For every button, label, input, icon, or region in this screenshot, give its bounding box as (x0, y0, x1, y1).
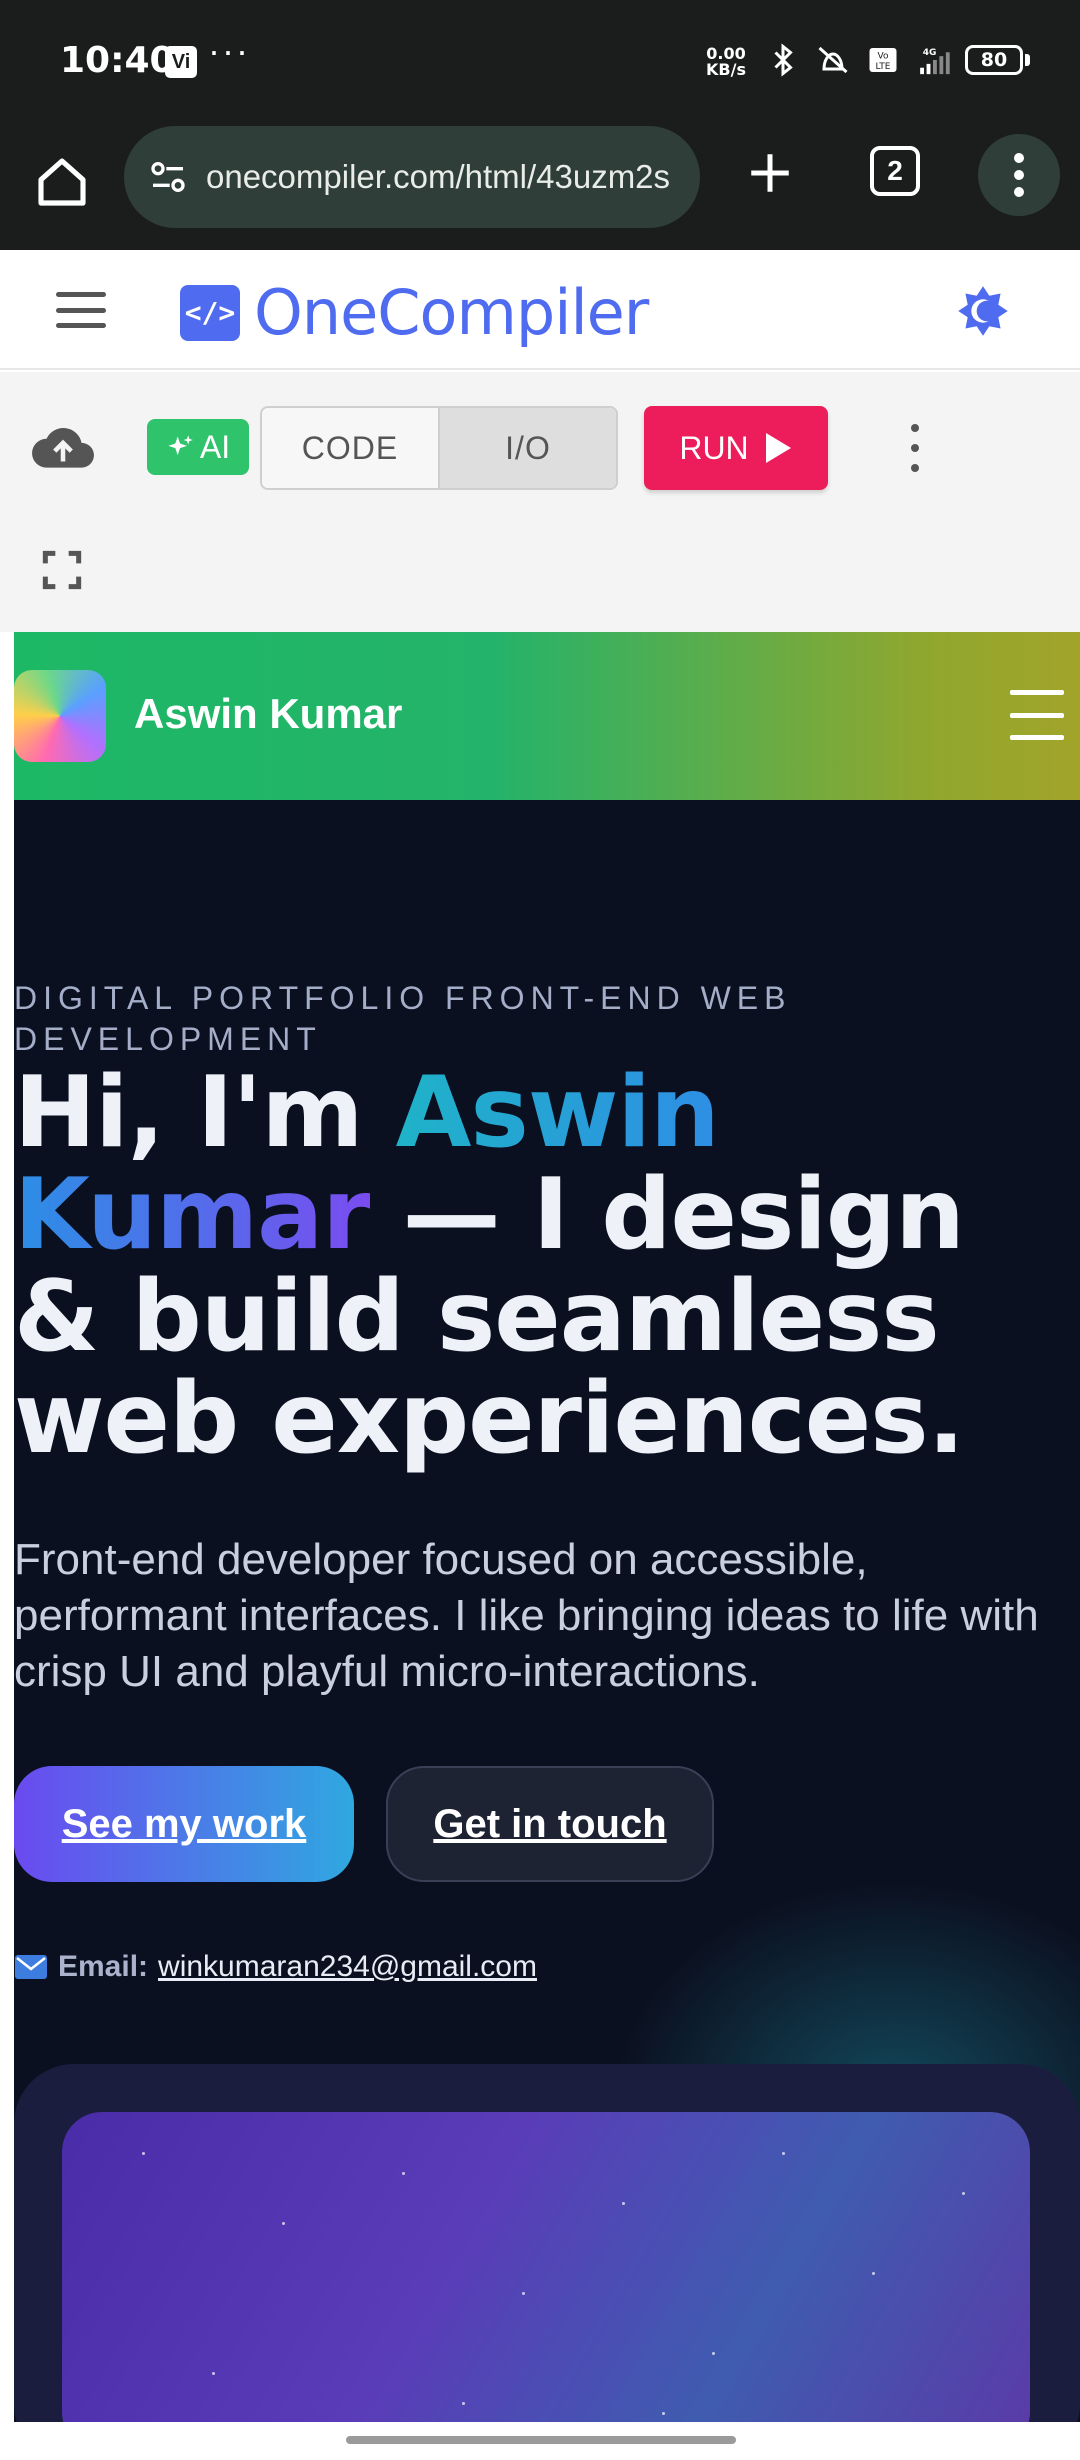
plus-icon (751, 154, 789, 192)
menu-icon[interactable] (1010, 690, 1064, 740)
carrier-badge: Vi (165, 46, 197, 78)
sparkle-icon (168, 435, 193, 456)
onecompiler-header: </> OneCompiler (0, 250, 1080, 370)
net-speed: 0.00 KB/s (706, 46, 746, 78)
email-link[interactable]: winkumaran234@gmail.com (158, 1950, 537, 1984)
more-vert-icon (1014, 153, 1024, 197)
output-preview: Aswin Kumar DIGITAL PORTFOLIO FRONT-END … (14, 632, 1080, 2422)
hero-prefix: Hi, I'm (14, 1056, 396, 1170)
logo-mark: </> (180, 284, 240, 341)
network-type: 4G (923, 48, 937, 58)
status-bar: 10:40 Vi ··· 0.00 KB/s Vo LTE 4G 80 (0, 0, 1080, 120)
battery-level: 80 (965, 45, 1023, 75)
play-icon (765, 433, 791, 463)
status-time: 10:40 (60, 40, 175, 81)
contact-email: Email: winkumaran234@gmail.com (14, 1950, 537, 1984)
more-options-icon[interactable] (900, 420, 930, 476)
signal-icon: 4G (920, 48, 950, 75)
svg-text:Vo: Vo (878, 52, 889, 62)
status-icons: Vo LTE 4G 80 (765, 42, 1030, 78)
fullscreen-icon[interactable] (42, 550, 82, 590)
hero-subtitle: Front-end developer focused on accessibl… (14, 1535, 1039, 1696)
onecompiler-logo[interactable]: </> OneCompiler (180, 276, 649, 349)
cloud-upload-icon[interactable] (30, 422, 96, 472)
email-icon (15, 1955, 47, 1979)
hamburger-menu-icon[interactable] (56, 292, 106, 328)
view-toggle: CODE I/O (260, 406, 618, 490)
see-my-work-button[interactable]: See my work (14, 1766, 354, 1882)
hero-title: Hi, I'm Aswin Kumar — I design & build s… (14, 1062, 1080, 1470)
hero-eyebrow: DIGITAL PORTFOLIO FRONT-END WEB DEVELOPM… (14, 980, 792, 1057)
battery-indicator: 80 (965, 45, 1030, 75)
ai-button[interactable]: AI (147, 419, 249, 475)
run-label: RUN (679, 429, 749, 466)
gesture-navigation-bar[interactable] (346, 2436, 736, 2444)
theme-toggle-icon[interactable] (956, 284, 1010, 338)
tab-io[interactable]: I/O (440, 408, 616, 488)
new-tab-button[interactable] (735, 138, 805, 208)
browser-menu-button[interactable] (978, 134, 1060, 216)
svg-text:LTE: LTE (876, 62, 891, 72)
tab-switcher-button[interactable]: 2 (870, 146, 920, 196)
address-bar[interactable]: onecompiler.com/html/43uzm2s (124, 126, 700, 228)
home-icon (38, 158, 86, 206)
logo-text: OneCompiler (254, 276, 649, 349)
editor-toolbar: AI CODE I/O RUN (0, 372, 1080, 632)
vibrate-off-icon (818, 46, 848, 74)
browser-toolbar: onecompiler.com/html/43uzm2s 2 (0, 120, 1080, 250)
home-button[interactable] (28, 148, 96, 216)
site-settings-icon[interactable] (148, 157, 188, 197)
tab-code[interactable]: CODE (262, 408, 440, 488)
ai-label: AI (199, 428, 231, 465)
get-in-touch-button[interactable]: Get in touch (386, 1766, 714, 1882)
volte-icon: VoLTE (869, 48, 897, 72)
url-text[interactable]: onecompiler.com/html/43uzm2s (206, 158, 670, 196)
portfolio-navbar: Aswin Kumar (14, 632, 1080, 800)
net-speed-unit: KB/s (706, 60, 746, 79)
brand-logo[interactable] (14, 670, 106, 762)
run-button[interactable]: RUN (644, 406, 828, 490)
brand-name[interactable]: Aswin Kumar (134, 690, 402, 738)
more-notifications-icon: ··· (208, 30, 250, 71)
email-label: Email: (58, 1950, 149, 1983)
bluetooth-icon (774, 43, 793, 77)
hero-image-card (62, 2112, 1030, 2422)
